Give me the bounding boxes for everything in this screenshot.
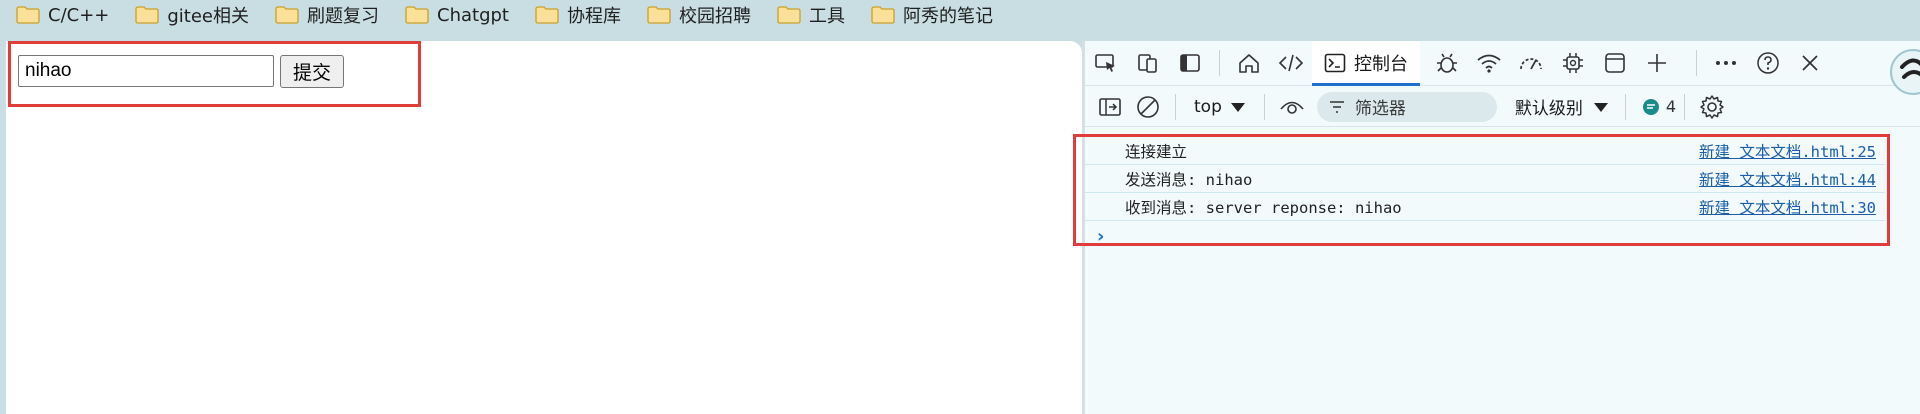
filterbar-separator (1624, 93, 1626, 120)
network-wifi-icon[interactable] (1468, 41, 1510, 86)
device-emulation-icon[interactable] (1127, 41, 1169, 86)
context-label: top (1194, 96, 1222, 117)
tab-console-label: 控制台 (1354, 54, 1408, 75)
close-icon[interactable] (1789, 41, 1831, 86)
filter-icon (1329, 100, 1344, 113)
console-settings-gear-icon[interactable] (1693, 87, 1731, 127)
filterbar-separator (1175, 93, 1176, 120)
bookmark-notes[interactable]: 阿秀的笔记 (871, 0, 993, 30)
message-input[interactable] (18, 55, 274, 87)
filterbar-separator (1263, 93, 1265, 120)
clear-console-icon[interactable] (1129, 87, 1167, 127)
page-viewport: 提交 (6, 41, 1082, 414)
bookmark-label: gitee相关 (167, 6, 250, 27)
application-panel-icon[interactable] (1594, 41, 1636, 86)
filter-input[interactable]: 筛选器 (1316, 91, 1497, 122)
bookmark-campus[interactable]: 校园招聘 (647, 0, 751, 30)
dock-side-icon[interactable] (1169, 41, 1211, 86)
log-level-selector[interactable]: 默认级别 (1515, 94, 1609, 119)
filter-placeholder: 筛选器 (1354, 99, 1406, 119)
console-icon (1324, 53, 1346, 73)
bookmark-label: 校园招聘 (679, 6, 751, 27)
bookmark-review[interactable]: 刷题复习 (275, 0, 379, 30)
bookmarks-bar: C/C++ gitee相关 刷题复习 Chatgpt 协程库 校园招聘 工具 阿… (0, 0, 1920, 30)
folder-icon (647, 6, 671, 24)
add-tool-plus-icon[interactable] (1636, 41, 1678, 86)
bookmark-label: 工具 (809, 6, 845, 27)
app-logo-icon (1890, 49, 1920, 95)
folder-icon (777, 6, 801, 24)
inspect-element-icon[interactable] (1085, 41, 1127, 86)
welcome-home-icon[interactable] (1228, 41, 1270, 86)
memory-chip-icon[interactable] (1552, 41, 1594, 86)
performance-gauge-icon[interactable] (1510, 41, 1552, 86)
bookmark-label: 阿秀的笔记 (903, 6, 993, 27)
message-bubble-icon (1642, 98, 1659, 115)
folder-icon (135, 6, 160, 24)
console-highlight (1073, 134, 1890, 246)
message-count-badge[interactable]: 4 (1642, 97, 1676, 116)
dropdown-arrow-icon (1593, 102, 1608, 112)
bookmark-label: Chatgpt (437, 4, 509, 26)
bookmark-tools[interactable]: 工具 (777, 0, 845, 30)
bookmark-label: 刷题复习 (307, 6, 380, 27)
bookmark-coroutine[interactable]: 协程库 (535, 0, 621, 30)
live-expression-eye-icon[interactable] (1273, 87, 1311, 127)
folder-icon (405, 6, 429, 24)
dropdown-arrow-icon (1230, 102, 1245, 112)
bookmark-label: C/C++ (48, 4, 110, 26)
tab-console[interactable]: 控制台 (1312, 40, 1420, 86)
filterbar-separator (1684, 93, 1686, 120)
context-selector[interactable]: top (1184, 97, 1256, 117)
toolbar-separator (1219, 50, 1220, 76)
message-count: 4 (1665, 97, 1677, 116)
folder-icon (871, 6, 895, 24)
sidebar-toggle-icon[interactable] (1091, 87, 1129, 127)
bookmark-label: 协程库 (567, 6, 621, 27)
folder-icon (535, 6, 559, 24)
help-icon[interactable] (1747, 41, 1789, 86)
elements-code-icon[interactable] (1270, 41, 1312, 86)
bug-icon[interactable] (1426, 41, 1468, 86)
submit-button[interactable]: 提交 (280, 55, 344, 88)
console-filter-bar: top 筛选器 默认级别 4 (1085, 87, 1920, 127)
folder-icon (275, 6, 299, 24)
toolbar-separator (1696, 50, 1697, 76)
devtools-toolbar: 控制台 (1085, 40, 1920, 86)
folder-icon (16, 6, 40, 24)
bookmark-gitee[interactable]: gitee相关 (135, 0, 249, 30)
devtools-panel: 控制台 top 筛选器 默认级别 4 连接建立 新建 文本文档.html:25 … (1073, 40, 1920, 414)
bookmark-cpp[interactable]: C/C++ (16, 0, 109, 30)
bookmark-chatgpt[interactable]: Chatgpt (405, 0, 509, 30)
level-label: 默认级别 (1514, 99, 1583, 119)
more-options-icon[interactable] (1705, 41, 1747, 86)
